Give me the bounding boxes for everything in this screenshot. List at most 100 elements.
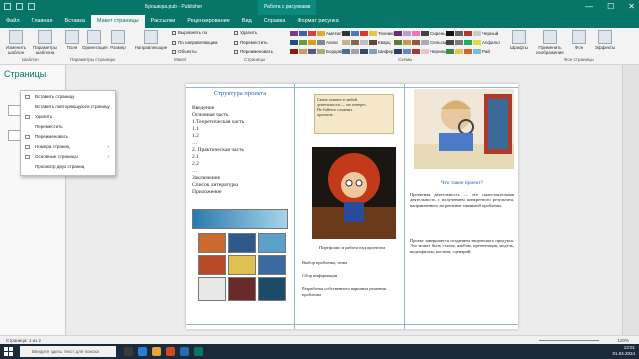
fonts-icon <box>512 30 526 44</box>
minimize-button[interactable]: — <box>585 2 593 11</box>
align-to-check[interactable]: Выровнять по <box>172 30 207 35</box>
maximize-button[interactable]: ☐ <box>607 2 614 11</box>
toc-list[interactable]: Введение Основная часть 1.Теоретическая … <box>192 105 288 196</box>
toc-item: 2.2 <box>192 161 199 167</box>
brochure-page[interactable]: Структура проекта Введение Основная част… <box>186 84 518 329</box>
template-options-button[interactable]: Параметры шаблона <box>31 30 59 55</box>
close-button[interactable]: ✕ <box>628 2 635 11</box>
guides-button[interactable]: Направляющие <box>134 30 168 50</box>
rename-page-button[interactable]: Переименовать <box>234 49 273 54</box>
photo-thumb[interactable] <box>198 233 226 253</box>
scheme-swatch[interactable] <box>290 49 325 54</box>
change-template-button[interactable]: Изменить шаблон <box>3 30 29 55</box>
photo-thumb[interactable] <box>228 277 256 301</box>
scheme-swatch[interactable] <box>446 31 481 36</box>
menu-item-page-numbers[interactable]: Номера страниц › <box>21 142 115 152</box>
quote-picture[interactable]: Самое главное в любой деятельности — это… <box>314 94 394 134</box>
boy-photo[interactable] <box>414 89 514 169</box>
guides-icon <box>144 30 158 44</box>
menu-item-two-page-view[interactable]: Просмотр двух страниц <box>21 162 115 172</box>
paragraph-1[interactable]: Проектная деятельность — это самостоятел… <box>410 192 514 208</box>
effects-button[interactable]: Эффекты <box>592 30 618 50</box>
tab-file[interactable]: Файл <box>0 15 26 28</box>
scheme-swatch[interactable] <box>342 31 377 36</box>
chrome-icon[interactable] <box>166 347 175 356</box>
step-solution[interactable]: Разработка собственного варианта решения… <box>302 286 402 298</box>
tab-picture-format[interactable]: Формат рисунка <box>291 15 344 28</box>
menu-item-move[interactable]: Переместить <box>21 122 115 132</box>
background-button[interactable]: Фон <box>570 30 588 50</box>
zoom-slider[interactable] <box>539 340 599 341</box>
publisher-icon[interactable] <box>194 347 203 356</box>
structure-title[interactable]: Структура проекта <box>192 90 288 97</box>
scheme-swatch[interactable] <box>446 49 481 54</box>
menu-item-rename[interactable]: Переименовать <box>21 132 115 142</box>
undo-icon[interactable] <box>16 3 23 10</box>
toc-item: 1.1 <box>192 126 199 132</box>
redo-icon[interactable] <box>28 3 35 10</box>
menu-item-insert-page[interactable]: Вставить страницу <box>21 92 115 102</box>
portfolio-caption[interactable]: Портфолио и работа над проектом <box>302 245 402 251</box>
size-button[interactable]: Размер <box>108 30 128 50</box>
girl-photo[interactable] <box>312 147 396 239</box>
taskbar-search-box[interactable]: Введите здесь текст для поиска <box>20 346 116 357</box>
fonts-button[interactable]: Шрифты <box>508 30 530 50</box>
scheme-swatch[interactable] <box>342 49 377 54</box>
page-indicator[interactable]: Страница: 1 из 2 <box>6 338 41 343</box>
zoom-level[interactable]: 120% <box>617 338 629 343</box>
toc-item: Введение <box>192 105 215 111</box>
tab-view[interactable]: Вид <box>236 15 258 28</box>
tab-help[interactable]: Справка <box>258 15 292 28</box>
tab-review[interactable]: Рецензирование <box>181 15 235 28</box>
scheme-swatch[interactable] <box>290 40 325 45</box>
photo-thumb[interactable] <box>228 255 256 275</box>
context-tab-label: Работа с рисунками <box>258 0 317 15</box>
group-pages-label: Страницы <box>244 57 266 62</box>
tab-home[interactable]: Главная <box>26 15 59 28</box>
step-info[interactable]: Сбор информации <box>302 273 402 279</box>
tab-page-design[interactable]: Макет страницы <box>90 15 145 28</box>
template-icon <box>9 30 23 44</box>
delete-page-button[interactable]: Удалить <box>234 30 257 35</box>
scheme-label: Техника <box>378 31 395 36</box>
file-explorer-icon[interactable] <box>152 347 161 356</box>
margins-button[interactable]: Поля <box>64 30 80 50</box>
photo-thumb[interactable] <box>228 233 256 253</box>
menu-item-delete[interactable]: Удалить <box>21 112 115 122</box>
what-is-project-heading[interactable]: Что такое проект? <box>410 180 514 186</box>
scheme-swatch[interactable] <box>446 40 481 45</box>
scheme-swatch[interactable] <box>342 40 377 45</box>
photo-thumb[interactable] <box>198 255 226 275</box>
girl-illustration <box>312 153 396 239</box>
column-guide <box>404 84 405 329</box>
system-clock[interactable]: 13:01 01.04.2024 <box>612 345 635 357</box>
step-problem[interactable]: Выбор проблемы, темы <box>302 260 402 266</box>
vertical-scrollbar[interactable] <box>622 65 639 335</box>
windows-start-icon[interactable] <box>4 347 13 356</box>
objects-check[interactable]: Объекты <box>172 49 197 54</box>
tab-insert[interactable]: Вставка <box>58 15 90 28</box>
photo-thumb[interactable] <box>258 255 286 275</box>
apply-image-button[interactable]: Применить изображение <box>532 30 568 55</box>
scheme-swatch[interactable] <box>394 40 429 45</box>
move-page-button[interactable]: Переместить <box>234 40 268 45</box>
orientation-button[interactable]: Ориентация <box>82 30 108 50</box>
photo-banner[interactable] <box>192 209 288 229</box>
word-icon[interactable] <box>180 347 189 356</box>
save-icon[interactable] <box>4 3 11 10</box>
edge-icon[interactable] <box>138 347 147 356</box>
scheme-swatch[interactable] <box>394 31 429 36</box>
scheme-swatch[interactable] <box>394 49 429 54</box>
menu-item-insert-duplicate[interactable]: Вставить повторяющуюся страницу <box>21 102 115 112</box>
menu-item-master-pages[interactable]: Основные страницы › <box>21 152 115 162</box>
paragraph-2[interactable]: Проект завершается созданием творческого… <box>410 238 514 254</box>
toc-item: 1.Теоретическая часть <box>192 119 245 125</box>
photo-thumb[interactable] <box>258 277 286 301</box>
toc-item: 1.2 <box>192 133 199 139</box>
scheme-swatch[interactable] <box>290 31 325 36</box>
photo-thumb[interactable] <box>258 233 286 253</box>
tab-mailings[interactable]: Рассылки <box>145 15 182 28</box>
guides-check[interactable]: По направляющим <box>172 40 217 45</box>
task-view-icon[interactable] <box>124 347 133 356</box>
photo-thumb[interactable] <box>198 277 226 301</box>
